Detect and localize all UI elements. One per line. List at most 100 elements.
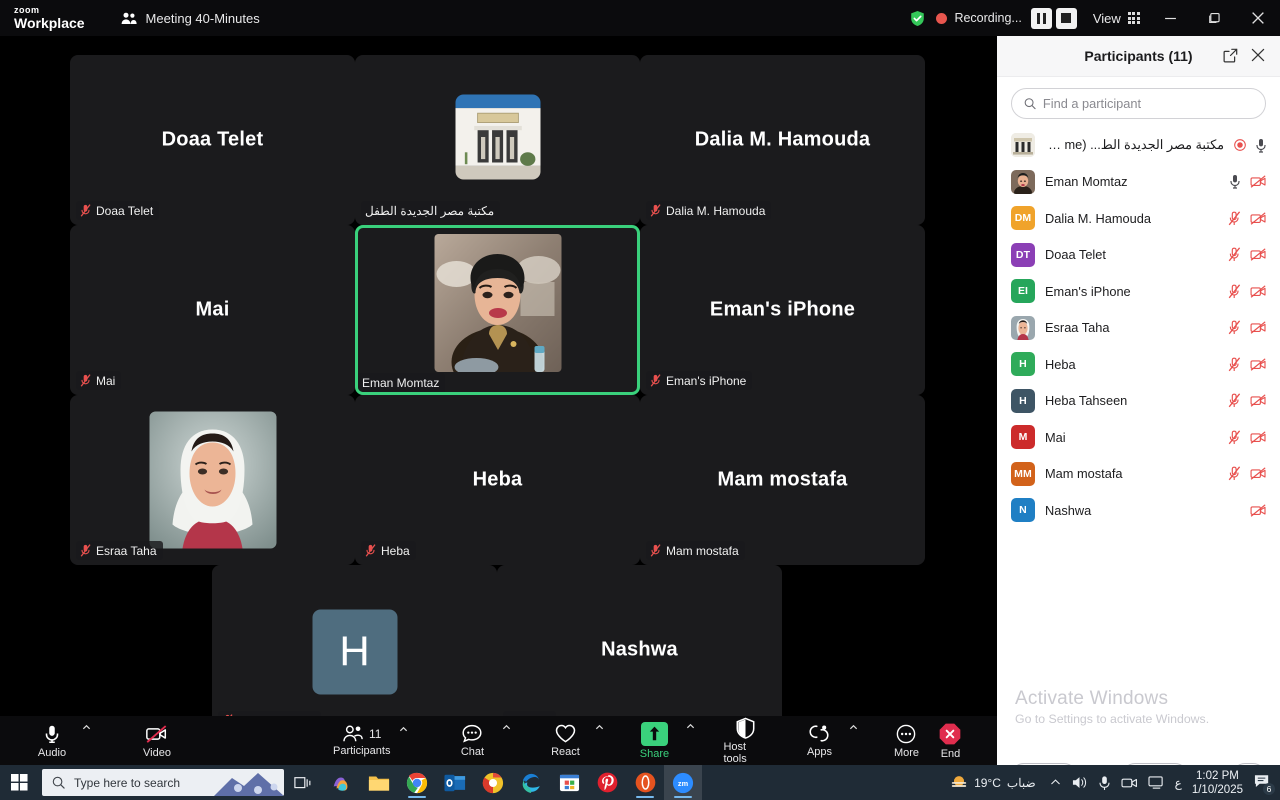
network-display-icon[interactable]: [1148, 775, 1165, 790]
audio-options-caret-icon[interactable]: [82, 723, 91, 732]
meeting-info-chip[interactable]: Meeting 40-Minutes: [121, 11, 260, 26]
toolbar-chat-button[interactable]: Chat: [450, 723, 494, 758]
taskbar-app-copilot[interactable]: [322, 765, 360, 800]
participant-row-host[interactable]: مكتبة مصر الجديدة الط... (Host, me): [997, 127, 1280, 164]
view-button[interactable]: View: [1093, 11, 1140, 26]
taskbar-app-outlook[interactable]: [436, 765, 474, 800]
toolbar-share-button[interactable]: Share: [632, 721, 676, 760]
start-button[interactable]: [0, 765, 38, 800]
mic-off-icon[interactable]: [1228, 247, 1241, 262]
pause-icon: [1036, 12, 1047, 24]
participants-options-caret-icon[interactable]: [399, 725, 408, 734]
participant-row-heba[interactable]: H Heba: [997, 346, 1280, 383]
video-tile-dalia[interactable]: Dalia M. Hamouda Dalia M. Hamouda: [640, 55, 925, 225]
video-tile-doaa-telet[interactable]: Doaa Telet Doaa Telet: [70, 55, 355, 225]
avatar-initials: H: [1011, 352, 1035, 377]
shield-check-icon[interactable]: [909, 10, 926, 27]
toolbar-video-button[interactable]: Video: [135, 723, 179, 759]
weather-widget[interactable]: 19°C ضباب: [950, 774, 1036, 792]
participant-search-box[interactable]: [1011, 88, 1266, 119]
toolbar-audio-button[interactable]: Audio: [30, 723, 74, 759]
task-view-button[interactable]: [284, 765, 322, 800]
taskbar-app-microsoft-store[interactable]: [550, 765, 588, 800]
participant-row-mai[interactable]: M Mai: [997, 419, 1280, 456]
video-tile-esraa-taha[interactable]: Esraa Taha: [70, 395, 355, 565]
video-off-icon[interactable]: [1250, 358, 1267, 371]
close-button[interactable]: [1236, 0, 1280, 36]
volume-icon[interactable]: [1071, 775, 1088, 790]
participant-search-input[interactable]: [1042, 96, 1253, 111]
participant-row-eman-momtaz[interactable]: Eman Momtaz: [997, 164, 1280, 201]
maximize-button[interactable]: [1192, 0, 1236, 36]
mic-off-icon[interactable]: [1228, 320, 1241, 335]
video-off-icon[interactable]: [1250, 504, 1267, 517]
microphone-tray-icon[interactable]: [1098, 775, 1111, 791]
toolbar-participants-button[interactable]: 11 Participants: [333, 725, 390, 757]
video-off-icon[interactable]: [1250, 212, 1267, 225]
share-options-caret-icon[interactable]: [686, 722, 695, 731]
taskbar-app-opera-gx[interactable]: [626, 765, 664, 800]
show-hidden-icons-chevron-icon[interactable]: [1050, 777, 1061, 788]
tile-namebar-label: Mai: [96, 373, 116, 388]
taskbar-app-edge[interactable]: [512, 765, 550, 800]
mic-off-icon[interactable]: [1228, 466, 1241, 481]
video-tile-library[interactable]: مكتبة مصر الجديدة الطفل: [355, 55, 640, 225]
video-tile-heba-tahseen[interactable]: H Heba Tahseen: [212, 565, 497, 735]
camera-tray-icon[interactable]: [1121, 776, 1138, 790]
taskbar-app-pinterest[interactable]: [588, 765, 626, 800]
apps-options-caret-icon[interactable]: [849, 723, 858, 732]
notification-center-button[interactable]: 6: [1253, 773, 1275, 795]
video-off-icon[interactable]: [1250, 467, 1267, 480]
toolbar-more-button[interactable]: More: [884, 723, 928, 759]
mic-on-icon[interactable]: [1229, 174, 1241, 189]
popout-icon[interactable]: [1223, 48, 1238, 63]
mic-off-icon[interactable]: [1228, 211, 1241, 226]
mic-off-icon[interactable]: [1228, 357, 1241, 372]
participant-row-emans-iphone[interactable]: EI Eman's iPhone: [997, 273, 1280, 310]
clock-time: 1:02 PM: [1196, 769, 1239, 782]
toolbar-apps-button[interactable]: Apps: [797, 723, 841, 758]
participant-row-doaa-telet[interactable]: DT Doaa Telet: [997, 237, 1280, 274]
react-options-caret-icon[interactable]: [595, 723, 604, 732]
mic-off-icon[interactable]: [1228, 430, 1241, 445]
chat-options-caret-icon[interactable]: [502, 723, 511, 732]
taskbar-app-avast-browser[interactable]: [474, 765, 512, 800]
participant-row-mam-mostafa[interactable]: MM Mam mostafa: [997, 456, 1280, 493]
mic-off-icon[interactable]: [1228, 393, 1241, 408]
video-tile-heba[interactable]: Heba Heba: [355, 395, 640, 565]
participant-row-dalia-hamouda[interactable]: DM Dalia M. Hamouda: [997, 200, 1280, 237]
stop-recording-button[interactable]: [1055, 7, 1077, 29]
video-off-icon[interactable]: [1250, 321, 1267, 334]
video-tile-mai[interactable]: Mai Mai: [70, 225, 355, 395]
taskbar-app-chrome[interactable]: [398, 765, 436, 800]
mic-off-icon[interactable]: [1228, 284, 1241, 299]
close-panel-icon[interactable]: [1250, 47, 1266, 63]
video-tile-eman-momtaz-active[interactable]: Eman Momtaz: [355, 225, 640, 395]
video-off-icon[interactable]: [1250, 175, 1267, 188]
video-tile-nashwa[interactable]: Nashwa Nashwa: [497, 565, 782, 735]
participant-row-nashwa[interactable]: N Nashwa: [997, 492, 1280, 529]
video-tile-emans-iphone[interactable]: Eman's iPhone Eman's iPhone: [640, 225, 925, 395]
avatar-library-building: [1011, 133, 1035, 158]
participant-row-heba-tahseen[interactable]: H Heba Tahseen: [997, 383, 1280, 420]
language-indicator[interactable]: ع: [1175, 776, 1182, 790]
participants-list[interactable]: مكتبة مصر الجديدة الط... (Host, me): [997, 125, 1280, 763]
video-off-icon[interactable]: [1250, 285, 1267, 298]
taskbar-app-zoom[interactable]: zm: [664, 765, 702, 800]
toolbar-host-tools-button[interactable]: Host tools: [723, 717, 767, 765]
taskbar-search-box[interactable]: Type here to search: [42, 769, 284, 796]
taskbar-clock[interactable]: 1:02 PM 1/10/2025: [1192, 769, 1243, 797]
taskbar-app-file-explorer[interactable]: [360, 765, 398, 800]
video-off-icon[interactable]: [1250, 248, 1267, 261]
minimize-button[interactable]: [1148, 0, 1192, 36]
pause-recording-button[interactable]: [1030, 7, 1052, 29]
mic-on-icon[interactable]: [1255, 138, 1267, 153]
video-off-icon[interactable]: [1250, 394, 1267, 407]
avatar-initials: H: [1011, 388, 1035, 413]
video-off-icon[interactable]: [1250, 431, 1267, 444]
titlebar-right-controls: Recording... View: [909, 0, 1280, 36]
toolbar-end-button[interactable]: End: [928, 722, 972, 760]
participant-row-esraa-taha[interactable]: Esraa Taha: [997, 310, 1280, 347]
toolbar-react-button[interactable]: React: [543, 723, 587, 758]
video-tile-mam-mostafa[interactable]: Mam mostafa Mam mostafa: [640, 395, 925, 565]
